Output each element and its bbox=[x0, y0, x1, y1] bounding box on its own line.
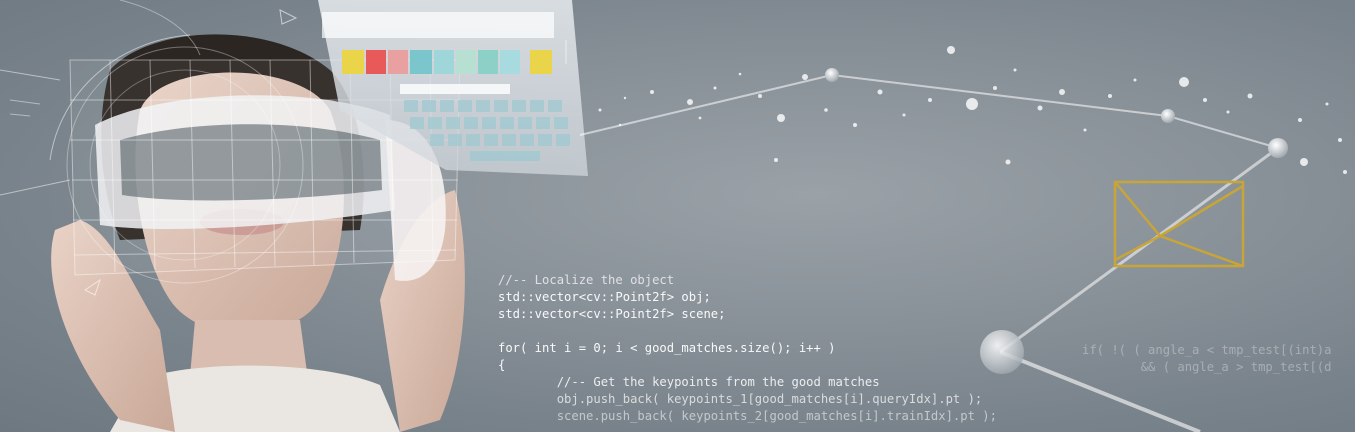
side-code-snippet: if( !( ( angle_a < tmp_test[(int)a && ( … bbox=[1082, 342, 1331, 376]
hero-banner: //-- Localize the objectstd::vector<cv::… bbox=[0, 0, 1355, 432]
code-line: //-- Get the keypoints from the good mat… bbox=[498, 375, 880, 389]
code-line: std::vector<cv::Point2f> scene; bbox=[498, 307, 726, 321]
code-line: for( int i = 0; i < good_matches.size();… bbox=[498, 341, 836, 355]
code-line: scene.push_back( keypoints_2[good_matche… bbox=[498, 409, 997, 423]
code-line: if( !( ( angle_a < tmp_test[(int)a bbox=[1082, 343, 1332, 357]
hud-lines bbox=[9, 99, 41, 117]
code-line: //-- Localize the object bbox=[498, 273, 675, 287]
code-line: std::vector<cv::Point2f> obj; bbox=[498, 290, 711, 304]
code-snippet: //-- Localize the objectstd::vector<cv::… bbox=[498, 272, 997, 425]
code-line: && ( angle_a > tmp_test[(d bbox=[1082, 360, 1332, 374]
code-line: obj.push_back( keypoints_1[good_matches[… bbox=[498, 392, 983, 406]
code-line: { bbox=[498, 358, 506, 372]
